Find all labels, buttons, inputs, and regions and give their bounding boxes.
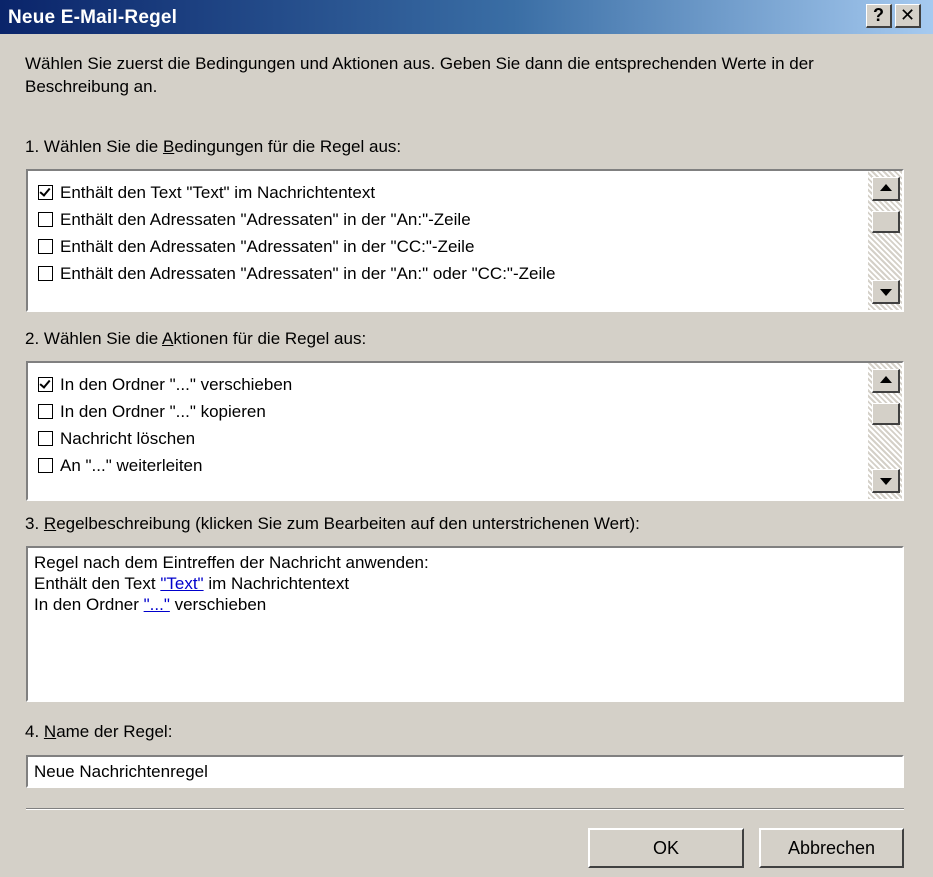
condition-item[interactable]: Enthält den Adressaten "Adressaten" in d…	[28, 206, 866, 233]
rule-name-label-pre: 4.	[25, 722, 44, 741]
cancel-button[interactable]: Abbrechen	[759, 828, 904, 868]
condition-label: Enthält den Text "Text" im Nachrichtente…	[60, 182, 376, 202]
rule-name-label-accel: N	[43, 722, 57, 741]
rule-description-box[interactable]: Regel nach dem Eintreffen der Nachricht …	[26, 546, 904, 702]
scroll-down-button[interactable]	[872, 469, 900, 493]
conditions-label: 1. Wählen Sie die Bedingungen für die Re…	[25, 136, 401, 158]
action-item[interactable]: Nachricht löschen	[28, 425, 866, 452]
condition-label: Enthält den Adressaten "Adressaten" in d…	[60, 209, 471, 229]
condition-checkbox[interactable]	[38, 212, 53, 227]
action-item[interactable]: In den Ordner "..." verschieben	[28, 371, 866, 398]
description-line-2-post: im Nachrichtentext	[203, 574, 350, 593]
rule-name-label-post: ame der Regel:	[56, 722, 173, 741]
rule-name-input[interactable]	[26, 755, 904, 788]
condition-item[interactable]: Enthält den Adressaten "Adressaten" in d…	[28, 260, 866, 287]
condition-item[interactable]: Enthält den Adressaten "Adressaten" in d…	[28, 233, 866, 260]
action-checkbox[interactable]	[38, 377, 53, 392]
action-label: An "..." weiterleiten	[60, 455, 203, 475]
conditions-list[interactable]: Enthält den Text "Text" im Nachrichtente…	[26, 169, 904, 312]
actions-list[interactable]: In den Ordner "..." verschieben In den O…	[26, 361, 904, 501]
intro-text: Wählen Sie zuerst die Bedingungen und Ak…	[25, 54, 814, 96]
folder-value-link[interactable]: "..."	[144, 595, 170, 614]
arrow-up-icon	[880, 184, 892, 191]
arrow-up-icon	[880, 376, 892, 383]
close-icon: ✕	[899, 5, 916, 25]
action-label: In den Ordner "..." kopieren	[60, 401, 266, 421]
actions-scrollbar[interactable]	[868, 363, 902, 499]
condition-checkbox[interactable]	[38, 185, 53, 200]
conditions-label-pre: 1. Wählen Sie die	[25, 137, 163, 156]
action-item[interactable]: An "..." weiterleiten	[28, 452, 866, 479]
scroll-down-button[interactable]	[872, 280, 900, 304]
action-label: In den Ordner "..." verschieben	[60, 374, 293, 394]
scroll-up-button[interactable]	[872, 369, 900, 393]
description-line-2-pre: Enthält den Text	[34, 574, 161, 593]
condition-label: Enthält den Adressaten "Adressaten" in d…	[60, 236, 475, 256]
conditions-label-post: edingungen für die Regel aus:	[174, 137, 402, 156]
conditions-scrollbar[interactable]	[868, 171, 902, 310]
action-checkbox[interactable]	[38, 404, 53, 419]
scroll-thumb[interactable]	[872, 211, 900, 233]
description-label-pre: 3.	[25, 514, 44, 533]
description-label-post: egelbeschreibung (klicken Sie zum Bearbe…	[56, 514, 640, 533]
description-line-3-pre: In den Ordner	[34, 595, 144, 614]
help-icon: ?	[873, 5, 884, 25]
actions-label-pre: 2. Wählen Sie die	[25, 329, 163, 348]
arrow-down-icon	[880, 289, 892, 296]
scroll-up-button[interactable]	[872, 177, 900, 201]
window-title: Neue E-Mail-Regel	[8, 7, 178, 28]
action-checkbox[interactable]	[38, 431, 53, 446]
conditions-label-accel: B	[162, 137, 175, 156]
condition-checkbox[interactable]	[38, 239, 53, 254]
description-label-accel: R	[43, 514, 57, 533]
arrow-down-icon	[880, 478, 892, 485]
description-line-2: Enthält den Text "Text" im Nachrichtente…	[34, 573, 896, 594]
ok-button[interactable]: OK	[588, 828, 744, 868]
separator	[26, 808, 904, 810]
title-bar[interactable]: Neue E-Mail-Regel ? ✕	[0, 0, 933, 34]
condition-checkbox[interactable]	[38, 266, 53, 281]
actions-label-post: ktionen für die Regel aus:	[173, 329, 367, 348]
condition-label: Enthält den Adressaten "Adressaten" in d…	[60, 263, 556, 283]
rule-name-label: 4. Name der Regel:	[25, 721, 172, 743]
close-button[interactable]: ✕	[895, 4, 921, 28]
description-label: 3. Regelbeschreibung (klicken Sie zum Be…	[25, 513, 640, 535]
scroll-thumb[interactable]	[872, 403, 900, 425]
description-line-1: Regel nach dem Eintreffen der Nachricht …	[34, 553, 429, 572]
action-item[interactable]: In den Ordner "..." kopieren	[28, 398, 866, 425]
condition-item[interactable]: Enthält den Text "Text" im Nachrichtente…	[28, 179, 866, 206]
action-label: Nachricht löschen	[60, 428, 196, 448]
help-button[interactable]: ?	[866, 4, 892, 28]
description-line-3: In den Ordner "..." verschieben	[34, 594, 896, 615]
description-line-3-post: verschieben	[169, 595, 267, 614]
new-email-rule-dialog: Neue E-Mail-Regel ? ✕ Wählen Sie zuerst …	[0, 0, 933, 877]
action-checkbox[interactable]	[38, 458, 53, 473]
actions-label-accel: A	[162, 329, 174, 348]
actions-label: 2. Wählen Sie die Aktionen für die Regel…	[25, 328, 366, 350]
text-value-link[interactable]: "Text"	[160, 574, 203, 593]
